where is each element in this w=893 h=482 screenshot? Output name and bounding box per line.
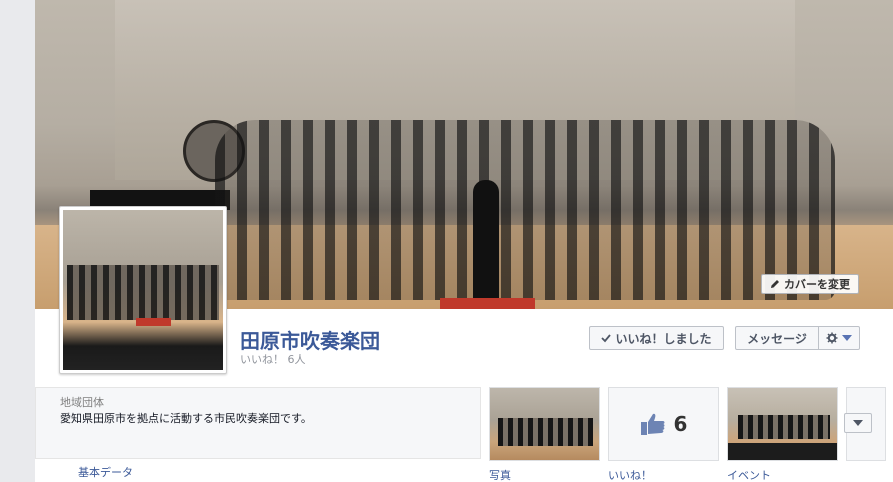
events-tile[interactable] — [727, 387, 838, 461]
photos-tile-label[interactable]: 写真 — [489, 467, 511, 482]
left-margin — [0, 0, 35, 482]
profile-picture-band — [67, 265, 219, 320]
page-title[interactable]: 田原市吹奏楽団 — [240, 325, 380, 354]
events-tile-label[interactable]: イベント — [727, 467, 771, 482]
likes-tile-label[interactable]: いいね！ — [608, 467, 652, 482]
basic-data-link[interactable]: 基本データ — [78, 464, 133, 480]
thumbs-up-icon — [640, 413, 665, 435]
likes-tile-count: 6 — [673, 412, 688, 436]
events-thumbnail — [738, 415, 830, 439]
gear-icon — [826, 332, 838, 344]
page-category[interactable]: 地域団体 — [60, 394, 104, 410]
chevron-down-icon — [853, 420, 863, 426]
cover-band — [215, 120, 835, 300]
profile-picture-image — [63, 210, 223, 370]
likes-count: いいね！ 6人 — [240, 353, 306, 366]
more-apps-dropdown-button[interactable] — [844, 413, 872, 433]
cover-red-rug — [440, 298, 535, 309]
settings-dropdown-button[interactable] — [818, 326, 860, 350]
message-button[interactable]: メッセージ — [735, 326, 819, 350]
photos-tile[interactable] — [489, 387, 600, 461]
events-thumbnail-floor — [728, 443, 837, 460]
message-button-label: メッセージ — [747, 331, 807, 346]
liked-button-label: いいね！しました — [615, 331, 712, 346]
likes-tile[interactable]: 6 — [608, 387, 719, 461]
checkmark-icon — [601, 334, 612, 343]
photos-thumbnail — [498, 418, 593, 446]
pencil-icon — [771, 280, 779, 288]
liked-button[interactable]: いいね！しました — [589, 326, 724, 350]
chevron-down-icon — [842, 335, 852, 341]
about-box: 地域団体 愛知県田原市を拠点に活動する市民吹奏楽団です。 — [35, 387, 481, 459]
change-cover-button[interactable]: カバーを変更 — [761, 274, 859, 294]
page-description: 愛知県田原市を拠点に活動する市民吹奏楽団です。 — [60, 412, 312, 425]
cover-conductor — [473, 180, 499, 300]
profile-picture-rug — [136, 318, 171, 326]
profile-picture[interactable] — [59, 206, 227, 374]
change-cover-label: カバーを変更 — [784, 278, 850, 291]
